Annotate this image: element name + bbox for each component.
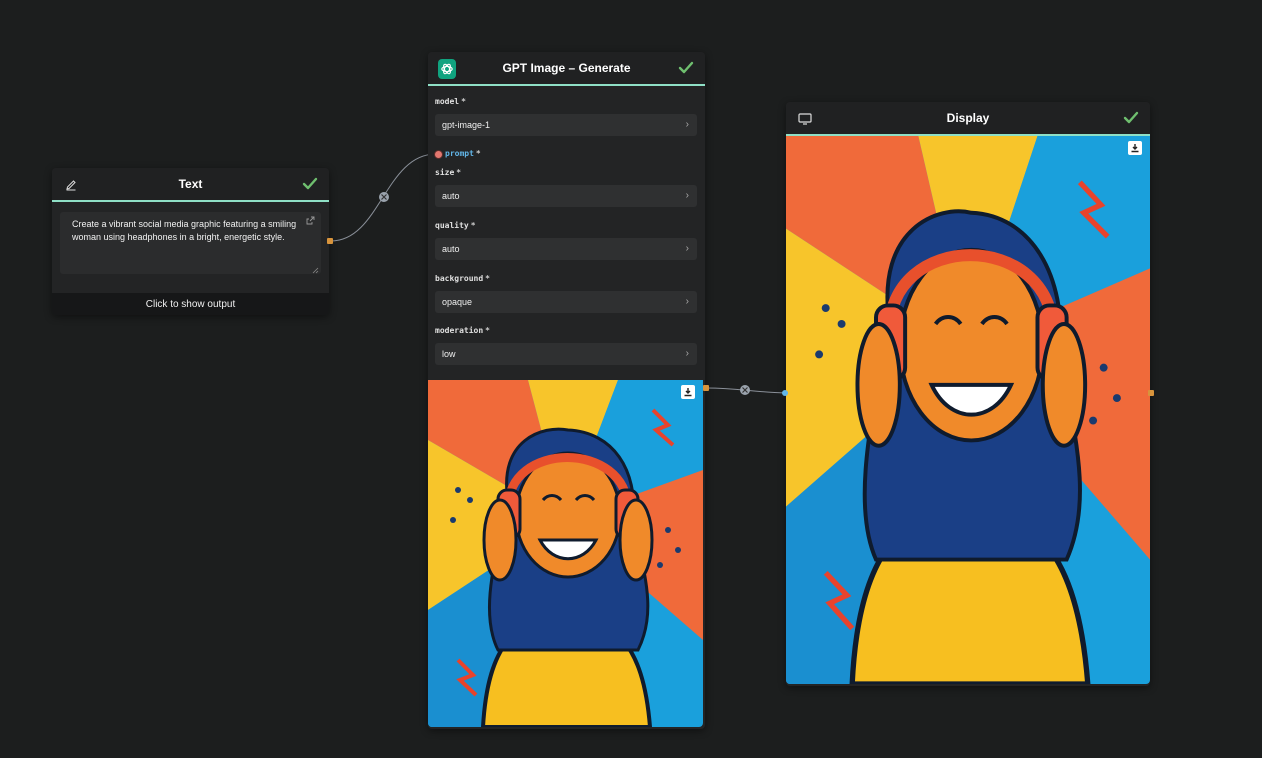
- quality-select[interactable]: auto ›: [435, 238, 697, 260]
- display-node[interactable]: Display: [786, 102, 1150, 686]
- generated-image-preview[interactable]: [428, 380, 703, 727]
- check-icon: [1122, 109, 1140, 127]
- woman-headphones-illustration: [428, 380, 703, 727]
- prompt-text: Create a vibrant social media graphic fe…: [72, 219, 297, 242]
- background-value: opaque: [442, 297, 473, 307]
- pencil-icon[interactable]: [62, 176, 80, 194]
- chevron-right-icon: ›: [685, 243, 689, 254]
- display-input-port[interactable]: [782, 390, 788, 396]
- workflow-canvas[interactable]: Text Create a vibrant social media graph…: [0, 0, 1262, 758]
- text-node-title: Text: [178, 177, 203, 191]
- resize-handle-icon[interactable]: [312, 265, 319, 274]
- chevron-right-icon: ›: [685, 119, 689, 130]
- text-node[interactable]: Text Create a vibrant social media graph…: [52, 168, 329, 315]
- connection-remove-icon[interactable]: [740, 385, 750, 395]
- text-node-header[interactable]: Text: [52, 168, 329, 202]
- quality-value: auto: [442, 244, 460, 254]
- show-output-label: Click to show output: [145, 298, 236, 310]
- prompt-input-port[interactable]: [434, 150, 443, 159]
- image-output-port[interactable]: [703, 385, 709, 391]
- background-select[interactable]: opaque ›: [435, 291, 697, 313]
- prompt-label: prompt *: [445, 149, 481, 158]
- prompt-textarea[interactable]: Create a vibrant social media graphic fe…: [60, 212, 321, 274]
- size-value: auto: [442, 191, 460, 201]
- download-icon[interactable]: [681, 385, 695, 399]
- openai-logo-icon: [438, 59, 456, 79]
- moderation-select[interactable]: low ›: [435, 343, 697, 365]
- connection-remove-icon[interactable]: [379, 192, 389, 202]
- chevron-right-icon: ›: [685, 296, 689, 307]
- display-image-preview[interactable]: [786, 136, 1150, 684]
- display-output-port[interactable]: [1148, 390, 1154, 396]
- model-select[interactable]: gpt-image-1 ›: [435, 114, 697, 136]
- download-icon[interactable]: [1128, 141, 1142, 155]
- check-icon: [677, 59, 695, 77]
- gpt-node-header[interactable]: GPT Image – Generate: [428, 52, 705, 86]
- size-label: size *: [435, 168, 462, 177]
- model-label: model *: [435, 97, 466, 106]
- display-node-title: Display: [946, 111, 990, 125]
- monitor-icon: [796, 110, 814, 128]
- external-link-icon[interactable]: [306, 216, 315, 225]
- quality-label: quality *: [435, 221, 476, 230]
- text-output-port[interactable]: [327, 238, 333, 244]
- background-label: background *: [435, 274, 490, 283]
- gpt-image-generate-node[interactable]: GPT Image – Generate model * gpt-image-1 …: [428, 52, 705, 729]
- show-output-button[interactable]: Click to show output: [52, 293, 329, 315]
- woman-headphones-illustration: [786, 136, 1150, 684]
- chevron-right-icon: ›: [685, 190, 689, 201]
- gpt-node-title: GPT Image – Generate: [502, 61, 631, 75]
- moderation-value: low: [442, 349, 456, 359]
- model-value: gpt-image-1: [442, 120, 491, 130]
- display-node-header[interactable]: Display: [786, 102, 1150, 136]
- check-icon: [301, 175, 319, 193]
- chevron-right-icon: ›: [685, 348, 689, 359]
- size-select[interactable]: auto ›: [435, 185, 697, 207]
- moderation-label: moderation *: [435, 326, 490, 335]
